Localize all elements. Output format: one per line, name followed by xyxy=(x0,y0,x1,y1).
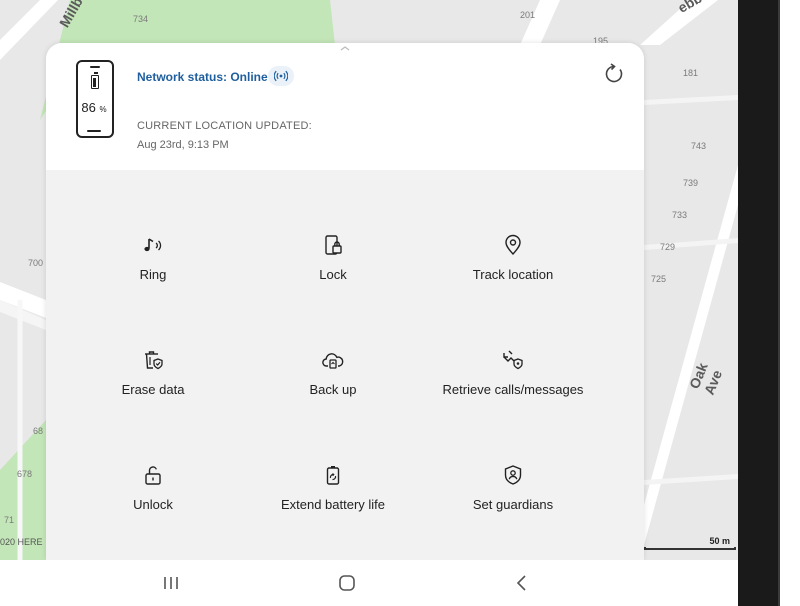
action-label: Erase data xyxy=(63,382,243,397)
battery-fill xyxy=(93,78,96,87)
battery-icon xyxy=(91,75,99,89)
battery-percentage: 86 % xyxy=(77,100,111,115)
action-label: Extend battery life xyxy=(243,497,423,512)
extend-battery-life-button[interactable]: Extend battery life xyxy=(243,463,423,533)
scale-line xyxy=(644,547,736,550)
network-signal-icon xyxy=(268,66,294,86)
house-number: 734 xyxy=(133,14,148,24)
device-status-header: 86 % Network status: Online CURRENT LOCA… xyxy=(46,43,644,170)
house-number: 725 xyxy=(651,274,666,284)
house-number: 181 xyxy=(683,68,698,78)
device-bezel-edge xyxy=(778,0,780,606)
scale-text: 50 m xyxy=(709,536,730,546)
backup-icon xyxy=(321,348,345,372)
network-status: Network status: Online xyxy=(137,70,268,84)
lock-button[interactable]: Lock xyxy=(243,233,423,303)
phone-home-bar xyxy=(87,130,101,132)
track-location-button[interactable]: Track location xyxy=(423,233,603,303)
battery-icon xyxy=(321,463,345,487)
action-label: Track location xyxy=(423,267,603,282)
erase-data-button[interactable]: Erase data xyxy=(63,348,243,418)
recent-apps-icon[interactable] xyxy=(159,572,183,594)
set-guardians-button[interactable]: Set guardians xyxy=(423,463,603,533)
house-number: 700 xyxy=(28,258,43,268)
action-label: Lock xyxy=(243,267,423,282)
lock-icon xyxy=(321,233,345,257)
house-number: 733 xyxy=(672,210,687,220)
house-number: 739 xyxy=(683,178,698,188)
drag-handle-icon[interactable] xyxy=(340,46,350,51)
ring-button[interactable]: Ring xyxy=(63,233,243,303)
back-up-button[interactable]: Back up xyxy=(243,348,423,418)
screen: Millbr Oak Ave ebb A 734 201 195 181 743… xyxy=(0,0,738,606)
battery-unit: % xyxy=(99,105,106,114)
unlock-icon xyxy=(141,463,165,487)
house-number: 743 xyxy=(691,141,706,151)
action-label: Retrieve calls/messages xyxy=(423,382,603,397)
retrieve-calls-messages-button[interactable]: Retrieve calls/messages xyxy=(423,348,603,418)
navigation-bar xyxy=(0,560,738,606)
house-number: 68 xyxy=(33,426,43,436)
retrieve-icon xyxy=(501,348,525,372)
location-updated-label: CURRENT LOCATION UPDATED: xyxy=(137,120,312,132)
house-number: 71 xyxy=(4,515,14,525)
phone-icon xyxy=(76,60,114,138)
battery-value: 86 xyxy=(81,100,95,115)
erase-icon xyxy=(141,348,165,372)
action-label: Ring xyxy=(63,267,243,282)
ring-icon xyxy=(141,233,165,257)
location-pin-icon xyxy=(501,233,525,257)
device-panel: 86 % Network status: Online CURRENT LOCA… xyxy=(46,43,644,560)
action-label: Back up xyxy=(243,382,423,397)
map-scale-bar: 50 m xyxy=(644,536,736,550)
location-updated-time: Aug 23rd, 9:13 PM xyxy=(137,139,229,151)
home-icon[interactable] xyxy=(335,572,359,594)
refresh-icon[interactable] xyxy=(603,63,625,85)
device-bezel xyxy=(738,0,780,606)
back-icon[interactable] xyxy=(510,572,534,594)
unlock-button[interactable]: Unlock xyxy=(63,463,243,533)
house-number: 201 xyxy=(520,10,535,20)
house-number: 729 xyxy=(660,242,675,252)
house-number: 678 xyxy=(17,469,32,479)
phone-notch xyxy=(90,66,100,68)
action-label: Unlock xyxy=(63,497,243,512)
guardian-icon xyxy=(501,463,525,487)
map-copyright: 020 HERE xyxy=(0,537,43,547)
action-label: Set guardians xyxy=(423,497,603,512)
